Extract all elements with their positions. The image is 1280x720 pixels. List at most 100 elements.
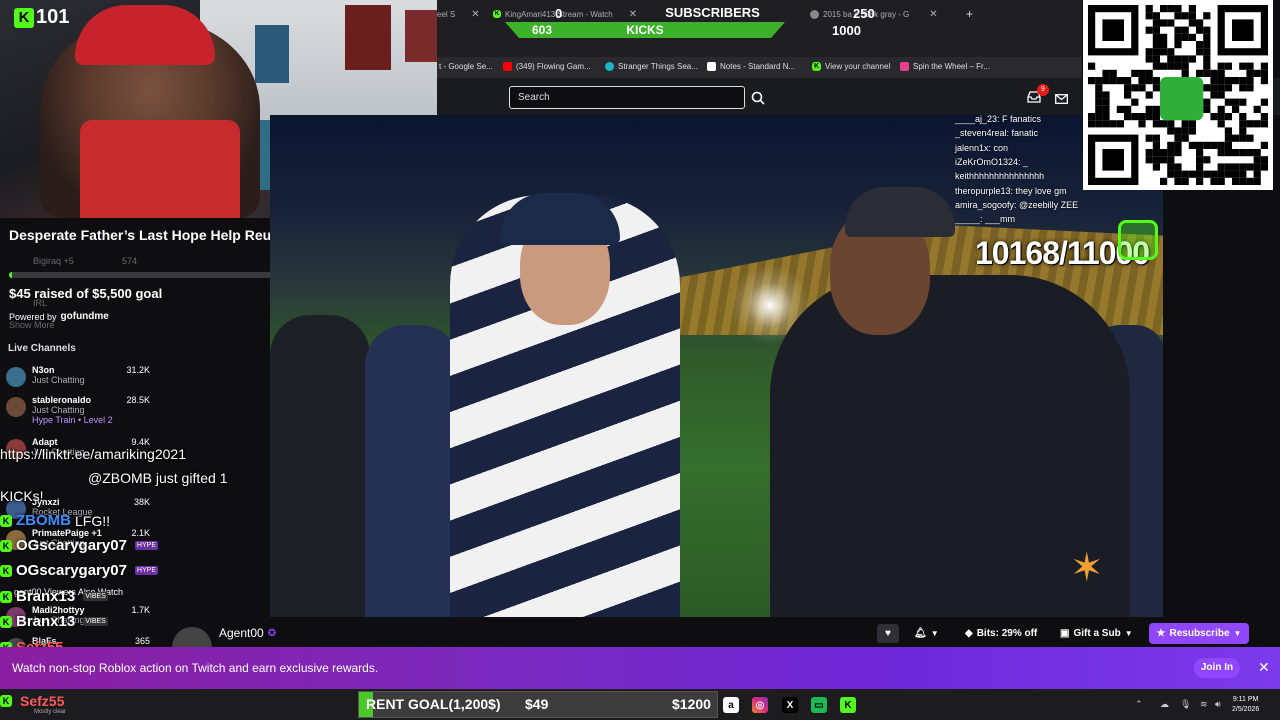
rent-goal-label: RENT GOAL(1,200$) bbox=[366, 696, 501, 712]
chat-username[interactable]: ZBOMB bbox=[16, 512, 71, 529]
x-icon[interactable]: X bbox=[782, 697, 798, 713]
close-tab-icon[interactable]: ✕ bbox=[629, 9, 637, 20]
chat-line: K ZBOMB LFG!! bbox=[0, 512, 110, 529]
kick-badge-icon: K bbox=[0, 615, 12, 628]
chat-username[interactable]: OGscarygary07 bbox=[16, 562, 127, 579]
overlay-chat-line: amira_sogoofy: @zeebilly ZEE bbox=[955, 199, 1079, 210]
close-promo-icon[interactable]: ✕ bbox=[1258, 659, 1270, 676]
faint-irl: IRL bbox=[33, 298, 48, 308]
mail-icon bbox=[1055, 94, 1068, 104]
overlay-chat-line: _____: ___mm bbox=[955, 214, 1016, 225]
channel-avatar bbox=[6, 367, 26, 387]
chat-text: LFG!! bbox=[75, 512, 111, 529]
channel-viewers: 38K bbox=[133, 497, 150, 507]
browser-tab-active[interactable]: K KingAmari413 Stream - Watch ✕ bbox=[493, 6, 637, 22]
wheel-icon bbox=[900, 62, 909, 71]
system-clock[interactable]: 9:11 PM 2/5/2026 bbox=[1232, 695, 1259, 715]
chat-gift-message-cont: KICKs! bbox=[0, 488, 44, 504]
bits-button[interactable]: ◆ Bits: 29% off bbox=[965, 624, 1037, 643]
live-channel-item[interactable]: N3on Just Chatting 31.2K bbox=[6, 365, 156, 395]
channel-game: Just Chatting bbox=[32, 375, 85, 385]
chat-line: K OGscarygary07 HYPE bbox=[0, 537, 158, 554]
follow-button[interactable]: ♥ bbox=[877, 624, 899, 643]
rent-goal-max: $1200 bbox=[672, 696, 711, 712]
search-input[interactable]: Search bbox=[509, 86, 745, 109]
bookmark-item[interactable]: Stranger Things Sea... bbox=[605, 62, 698, 71]
kick-favicon-icon: K bbox=[493, 10, 501, 18]
overlay-chat-line: ____aj_23: F fanatics bbox=[955, 114, 1042, 124]
close-tab-icon[interactable]: ✕ bbox=[471, 9, 479, 20]
chat-line: K Branx13 VIBES bbox=[0, 588, 108, 605]
overlay-chat-line: _steven4real: fanatic bbox=[955, 128, 1039, 139]
bookmark-item[interactable]: t - Google Se... bbox=[439, 62, 493, 71]
close-tab-icon[interactable]: ✕ bbox=[929, 9, 937, 20]
cloud-icon[interactable]: ☁ bbox=[1160, 699, 1169, 710]
counter-right-top: 250 bbox=[853, 6, 875, 21]
streamer-name: Agent00 bbox=[219, 626, 264, 640]
counter-left-top: 0 bbox=[555, 6, 563, 21]
bookmark-label: Spin the Wheel – Fr... bbox=[913, 62, 990, 71]
live-channels-heading: Live Channels bbox=[8, 343, 76, 354]
taskbar-user: K Sefz55 bbox=[0, 693, 64, 709]
counter-left-bottom: 603 bbox=[532, 23, 553, 37]
bookmark-item[interactable]: K View your channel bbox=[812, 62, 890, 71]
hype-badge: HYPE bbox=[134, 566, 158, 575]
bookmark-item[interactable]: Notes - Standard N... bbox=[707, 62, 795, 71]
channel-avatar bbox=[6, 397, 26, 417]
chat-message-link: https://linktr.ee/amariking2021 bbox=[0, 446, 186, 462]
chat-username[interactable]: Branx13 bbox=[16, 588, 75, 605]
amazon-icon[interactable]: a bbox=[723, 697, 739, 713]
gift-sub-label: Gift a Sub bbox=[1073, 628, 1121, 639]
join-in-button[interactable]: Join In bbox=[1194, 658, 1240, 678]
chat-line: K Branx13 VIBES bbox=[0, 613, 108, 630]
qr-code bbox=[1083, 0, 1273, 190]
browser-tab[interactable]: eel S ✕ bbox=[437, 6, 480, 22]
gift-sub-button[interactable]: ▣ Gift a Sub ▼ bbox=[1060, 624, 1133, 643]
subscribers-banner: SUBSCRIBERS bbox=[665, 5, 760, 20]
instagram-icon[interactable]: ◎ bbox=[752, 697, 768, 713]
bookmark-item[interactable]: Spin the Wheel – Fr... bbox=[900, 62, 990, 71]
kick-app-icon[interactable]: K bbox=[840, 697, 856, 713]
channel-name: stableronaldo bbox=[32, 395, 92, 405]
kick-badge-icon: K bbox=[0, 695, 12, 707]
show-more-link[interactable]: Show More bbox=[9, 320, 55, 330]
globe-icon bbox=[605, 62, 614, 71]
fundraiser-raised: $45 raised of $5,500 goal bbox=[9, 286, 163, 301]
bits-label: Bits: 29% off bbox=[976, 628, 1038, 639]
search-button[interactable] bbox=[746, 86, 770, 109]
google-favicon-icon bbox=[810, 9, 819, 19]
vibes-badge: VIBES bbox=[83, 617, 108, 626]
bits-icon: ◆ bbox=[965, 628, 973, 639]
gift-icon: ▣ bbox=[1060, 628, 1070, 639]
chat-username[interactable]: OGscarygary07 bbox=[16, 537, 127, 554]
overlay-chat-line: theropurple13: they love gm bbox=[955, 185, 1067, 196]
overlay-chat-line: iZeKrOmO1324: _ bbox=[955, 156, 1029, 167]
clock-time: 9:11 PM bbox=[1232, 696, 1259, 703]
bookmark-label: View your channel bbox=[825, 62, 891, 71]
resubscribe-button[interactable]: ★ Resubscribe ▼ bbox=[1149, 623, 1249, 644]
star-icon: ★ bbox=[1156, 628, 1166, 639]
terminal-icon[interactable]: ▭ bbox=[811, 697, 827, 713]
wifi-icon[interactable]: ≋ bbox=[1200, 699, 1208, 710]
resubscribe-label: Resubscribe bbox=[1169, 628, 1230, 639]
vibes-badge: VIBES bbox=[83, 592, 108, 601]
clock-date: 2/5/2026 bbox=[1232, 706, 1260, 713]
whispers-button[interactable] bbox=[1055, 91, 1068, 109]
kick-badge-icon: K bbox=[0, 590, 12, 603]
kick-favicon-icon: K bbox=[812, 62, 821, 71]
new-tab-button[interactable]: + bbox=[966, 6, 973, 22]
bookmark-item[interactable]: (349) Flowing Gam... bbox=[503, 62, 591, 71]
live-channel-item[interactable]: stableronaldo Just Chatting Hype Train • L… bbox=[6, 395, 156, 425]
rent-goal-current: $49 bbox=[525, 696, 549, 712]
microphone-icon[interactable]: 🎙︎ bbox=[1180, 699, 1191, 710]
bookmark-label: Notes - Standard N... bbox=[720, 62, 796, 71]
kick-badge-icon: K bbox=[0, 539, 12, 552]
heart-icon: ♥ bbox=[885, 628, 891, 639]
hype-train-label: Hype Train • Level 2 bbox=[32, 415, 113, 425]
notifications-button[interactable]: 🔔︎ ▼ bbox=[914, 624, 939, 643]
chevron-up-icon[interactable]: ⌃ bbox=[1135, 699, 1143, 710]
chat-username[interactable]: Branx13 bbox=[16, 613, 75, 630]
volume-icon[interactable]: 🔊︎ bbox=[1215, 699, 1221, 710]
chat-line: K OGscarygary07 HYPE bbox=[0, 562, 158, 579]
streamer-info[interactable]: Agent00 ✪ bbox=[219, 626, 276, 640]
